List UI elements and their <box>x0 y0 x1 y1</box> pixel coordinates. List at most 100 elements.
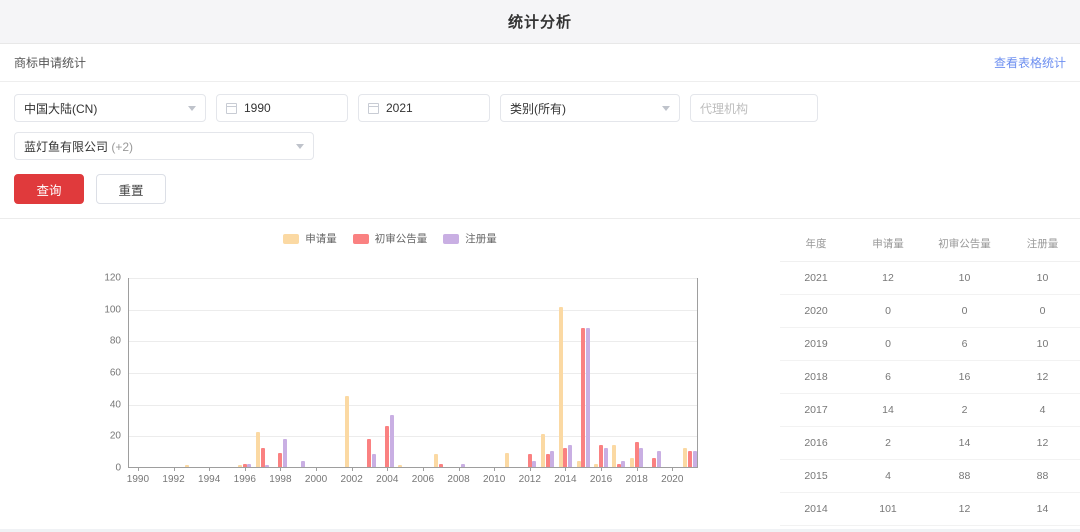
chart-bar[interactable] <box>621 460 626 467</box>
x-axis-tick-mark <box>209 467 211 471</box>
x-axis-tick-label: 1996 <box>233 474 256 485</box>
legend-item[interactable]: 初审公告量 <box>352 231 427 246</box>
chart-bar[interactable] <box>505 452 510 467</box>
statistics-table-panel: 年度 申请量 初审公告量 注册量 2021 12 10 10 2020 0 0 0 2019 0 6 10 2… <box>780 219 1080 532</box>
y-gridline <box>129 341 697 343</box>
x-axis-tick-mark <box>458 467 460 471</box>
table-row: 2019 0 6 10 <box>780 327 1080 361</box>
chart-bar[interactable] <box>372 454 377 467</box>
chart-bar[interactable] <box>389 414 394 467</box>
country-select[interactable]: 中国大陆(CN) <box>14 94 206 122</box>
chart-bar[interactable] <box>599 444 604 467</box>
chart-bar[interactable] <box>242 463 247 467</box>
chart-bar[interactable] <box>238 465 243 467</box>
chart-bar[interactable] <box>692 451 697 467</box>
legend-item[interactable]: 申请量 <box>283 231 337 246</box>
table-row: 2015 4 88 88 <box>780 459 1080 493</box>
table-row: 2021 12 10 10 <box>780 261 1080 295</box>
table-cell: 2016 <box>780 426 852 460</box>
agency-input[interactable]: 代理机构 <box>690 94 818 122</box>
chart-bar[interactable] <box>283 438 287 467</box>
table-row: 2020 0 0 0 <box>780 294 1080 328</box>
chart-bar[interactable] <box>265 465 270 467</box>
query-button[interactable]: 查询 <box>14 174 84 204</box>
chart-bar[interactable] <box>398 465 403 467</box>
table-cell: 10 <box>1005 261 1080 295</box>
table-cell: 2018 <box>780 360 852 394</box>
chart-bar[interactable] <box>585 327 590 467</box>
chart-bar[interactable] <box>532 460 537 467</box>
chart-bar[interactable] <box>616 463 621 467</box>
legend-label: 申请量 <box>305 233 337 245</box>
chart-bar[interactable] <box>683 448 688 467</box>
x-axis-tick-label: 2008 <box>447 474 470 485</box>
chart-bar[interactable] <box>345 395 350 467</box>
y-gridline <box>129 436 697 438</box>
reset-button[interactable]: 重置 <box>96 174 166 204</box>
date-from-input[interactable]: 1990 <box>216 94 348 122</box>
chart-bar[interactable] <box>545 454 550 467</box>
x-axis-tick-label: 2012 <box>518 474 541 485</box>
table-row: 2017 14 2 4 <box>780 393 1080 427</box>
view-table-statistics-link[interactable]: 查看表格统计 <box>994 54 1066 71</box>
table-body: 2021 12 10 10 2020 0 0 0 2019 0 6 10 2018 6 16 12 2017 14… <box>780 261 1080 532</box>
chart-bar[interactable] <box>563 448 568 467</box>
chart-bar[interactable] <box>657 451 662 467</box>
chart-bar[interactable] <box>278 452 283 467</box>
chart-bar[interactable] <box>300 460 305 467</box>
calendar-icon <box>368 102 379 114</box>
chart-bar[interactable] <box>527 454 532 467</box>
chart-bar[interactable] <box>630 457 635 467</box>
chart-bar[interactable] <box>461 463 466 467</box>
y-axis-tick-label: 60 <box>109 367 121 379</box>
chart-bar[interactable] <box>652 457 657 467</box>
chart-bar[interactable] <box>568 444 572 467</box>
chart-bar[interactable] <box>594 463 599 467</box>
company-select[interactable]: 蓝灯鱼有限公司 (+2) <box>14 132 314 160</box>
chart-bar[interactable] <box>558 307 563 467</box>
chart-bar[interactable] <box>612 444 617 467</box>
x-axis-tick-mark <box>529 467 531 471</box>
x-axis-tick-label: 2010 <box>483 474 506 485</box>
table-cell: 2021 <box>780 261 852 295</box>
chart-bar[interactable] <box>576 460 581 467</box>
chart-bar[interactable] <box>581 327 586 467</box>
chart-bar[interactable] <box>255 432 260 467</box>
table-cell: 14 <box>1005 492 1080 526</box>
table-row: 2016 2 14 12 <box>780 426 1080 460</box>
section-title: 商标申请统计 <box>14 56 87 70</box>
x-axis-tick-label: 2004 <box>376 474 399 485</box>
legend-item[interactable]: 注册量 <box>443 231 497 246</box>
chart-bar[interactable] <box>385 425 390 467</box>
chart-bar[interactable] <box>603 448 608 467</box>
date-to-input[interactable]: 2021 <box>358 94 490 122</box>
chart-bar[interactable] <box>540 433 545 467</box>
x-axis-tick-mark <box>672 467 674 471</box>
y-axis-tick-label: 40 <box>109 399 121 411</box>
chart-bar[interactable] <box>247 463 252 467</box>
filter-row-secondary: 蓝灯鱼有限公司 (+2) <box>14 132 1066 160</box>
chart-bar[interactable] <box>367 438 372 467</box>
table-cell: 88 <box>924 459 1005 493</box>
chart-bar[interactable] <box>260 448 265 467</box>
bar-chart-plot[interactable]: 0 20 40 60 80 100 120 1990 1992 1994 1996 1998 2000 2… <box>104 273 698 485</box>
table-cell: 2015 <box>780 459 852 493</box>
chevron-down-icon <box>662 105 670 111</box>
table-cell: 0 <box>852 294 924 328</box>
table-cell: 4 <box>852 459 924 493</box>
category-select[interactable]: 类别(所有) <box>500 94 680 122</box>
x-axis-tick-label: 2006 <box>411 474 435 485</box>
chart-bar[interactable] <box>434 454 439 467</box>
chart-bar[interactable] <box>639 448 644 467</box>
chart-bar[interactable] <box>438 463 443 467</box>
chart-bar[interactable] <box>634 441 639 467</box>
chart-bar[interactable] <box>184 465 189 467</box>
chart-bar[interactable] <box>688 451 693 467</box>
x-axis-tick-mark <box>316 467 318 471</box>
table-row: 2018 6 16 12 <box>780 360 1080 394</box>
table-column-header: 注册量 <box>1005 227 1080 262</box>
table-cell: 4 <box>1005 393 1080 427</box>
chart-bar[interactable] <box>550 451 555 467</box>
table-cell: 14 <box>924 426 1005 460</box>
table-cell: 2 <box>852 426 924 460</box>
